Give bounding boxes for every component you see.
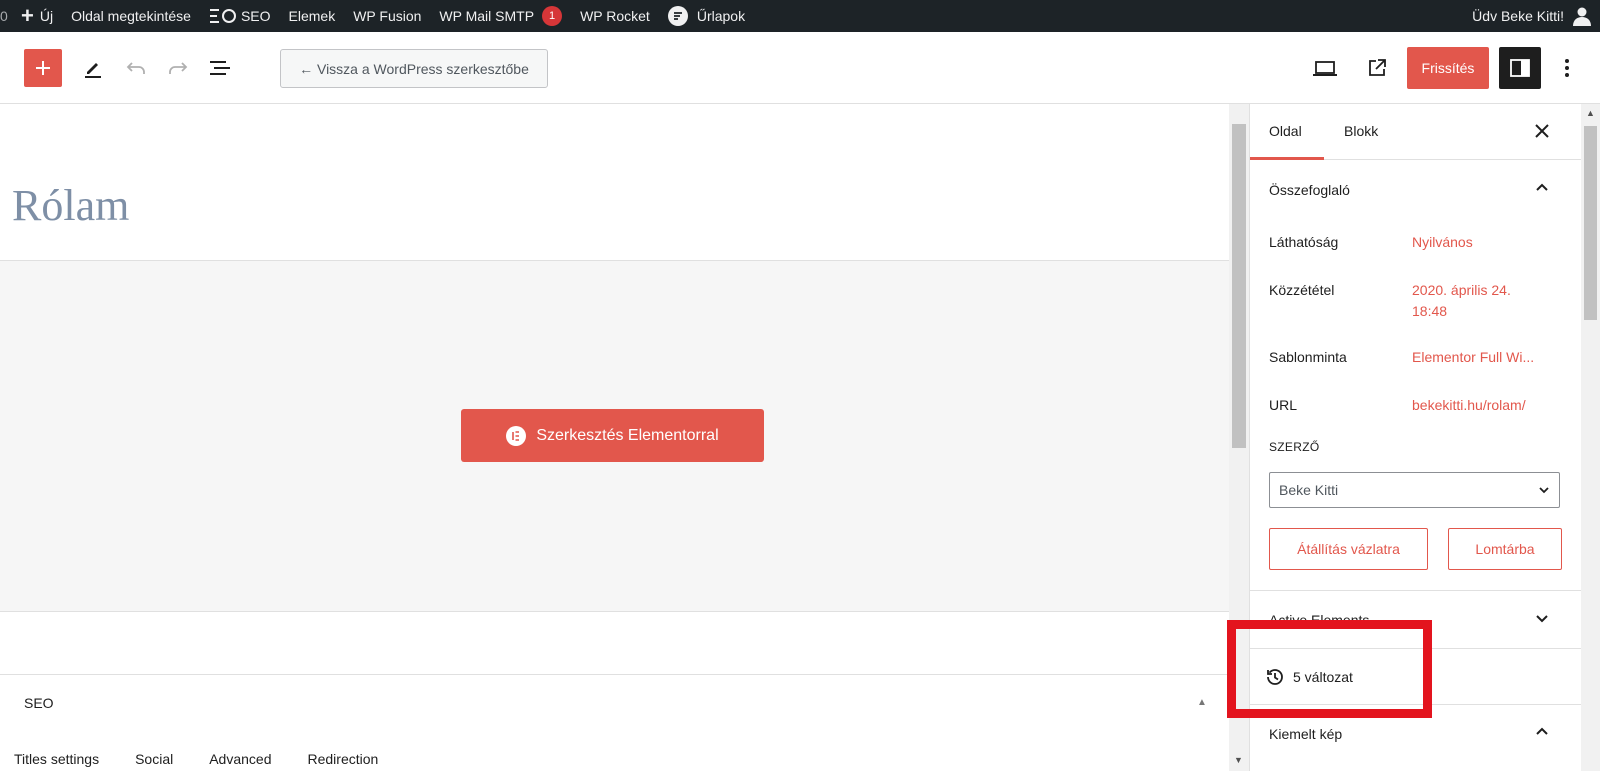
edit-with-elementor-label: Szerkesztés Elementorral — [536, 426, 719, 444]
seo-tab-titles-settings[interactable]: Titles settings — [14, 751, 99, 767]
adminbar-seo[interactable]: SEO — [200, 0, 280, 32]
chevron-down-icon — [1534, 610, 1550, 631]
visibility-label: Láthatóság — [1269, 234, 1339, 250]
page-title[interactable]: Rólam — [12, 180, 129, 231]
adminbar-partial-item[interactable]: 0 — [0, 0, 12, 32]
visibility-value[interactable]: Nyilvános — [1412, 232, 1473, 253]
tab-block[interactable]: Blokk — [1344, 123, 1378, 139]
external-link-icon — [1369, 59, 1386, 76]
adminbar-wp-mail-smtp-label: WP Mail SMTP — [439, 8, 535, 24]
summary-panel-toggle[interactable]: Összefoglaló — [1250, 160, 1581, 218]
author-select[interactable]: Beke Kitti — [1269, 472, 1560, 508]
view-post-button[interactable] — [1363, 54, 1391, 82]
user-icon — [1572, 6, 1592, 26]
close-icon — [1535, 124, 1549, 138]
adminbar-seo-label: SEO — [240, 8, 271, 24]
annotation-highlight-box — [1227, 620, 1432, 718]
undo-button[interactable] — [122, 54, 150, 82]
canvas-scrollbar-thumb[interactable] — [1232, 124, 1246, 448]
add-block-button[interactable] — [24, 49, 62, 87]
seo-metabox-title: SEO — [24, 695, 54, 711]
scroll-up-arrow-icon[interactable]: ▲ — [1586, 108, 1595, 118]
adminbar-forms[interactable]: Űrlapok — [659, 0, 754, 32]
back-to-wordpress-editor-button[interactable]: ← Vissza a WordPress szerkesztőbe — [280, 49, 548, 88]
chevron-up-icon — [1534, 724, 1550, 745]
adminbar-elements[interactable]: Elemek — [280, 0, 345, 32]
adminbar-forms-label: Űrlapok — [696, 8, 746, 24]
vertical-ellipsis-icon — [1565, 59, 1569, 77]
pencil-icon — [85, 63, 101, 78]
edit-tool-button[interactable] — [79, 54, 107, 82]
redo-icon — [169, 62, 188, 74]
list-view-icon — [210, 61, 230, 75]
publish-date-label: Közzététel — [1269, 282, 1335, 298]
adminbar-view-page[interactable]: Oldal megtekintése — [62, 0, 200, 32]
settings-toggle-button[interactable] — [1499, 47, 1541, 89]
more-options-button[interactable] — [1553, 54, 1581, 82]
sidebar-scrollbar-thumb[interactable] — [1584, 126, 1597, 320]
notification-badge: 1 — [542, 6, 563, 26]
forms-icon — [667, 6, 688, 26]
editor-header: ← Vissza a WordPress szerkesztőbe Frissí… — [0, 32, 1600, 104]
undo-icon — [126, 62, 145, 74]
close-sidebar-button[interactable] — [1533, 122, 1551, 145]
summary-panel-title: Összefoglaló — [1269, 182, 1350, 198]
seo-tabs: Titles settings Social Advanced Redirect… — [14, 751, 414, 767]
adminbar-account[interactable]: Üdv Beke Kitti! — [1472, 0, 1600, 32]
template-label: Sablonminta — [1269, 349, 1347, 365]
adminbar-wp-rocket[interactable]: WP Rocket — [571, 0, 659, 32]
publish-date-value[interactable]: 2020. április 24. 18:48 — [1412, 280, 1532, 322]
adminbar-wp-fusion[interactable]: WP Fusion — [344, 0, 430, 32]
plus-icon — [36, 61, 50, 75]
url-label: URL — [1269, 397, 1298, 413]
preview-button[interactable] — [1311, 54, 1339, 82]
admin-bar: 0 + Új Oldal megtekintése SEO Elemek WP … — [0, 0, 1600, 32]
adminbar-new-label: Új — [39, 8, 54, 24]
seo-tab-redirection[interactable]: Redirection — [308, 751, 379, 767]
sidebar-scrollbar[interactable]: ▲ — [1581, 104, 1600, 771]
move-to-trash-button[interactable]: Lomtárba — [1448, 528, 1562, 570]
elementor-icon — [506, 425, 527, 446]
adminbar-wp-mail-smtp[interactable]: WP Mail SMTP 1 — [430, 0, 571, 32]
template-value[interactable]: Elementor Full Wi... — [1412, 347, 1534, 368]
update-button[interactable]: Frissítés — [1407, 47, 1489, 89]
switch-to-draft-button[interactable]: Átállítás vázlatra — [1269, 528, 1428, 570]
seo-tab-social[interactable]: Social — [135, 751, 173, 767]
seo-tab-advanced[interactable]: Advanced — [209, 751, 271, 767]
adminbar-new[interactable]: + Új — [12, 0, 62, 32]
scroll-down-arrow-icon[interactable]: ▼ — [1234, 755, 1243, 765]
sidebar-icon — [1510, 59, 1530, 77]
collapse-icon[interactable]: ▲ — [1197, 697, 1207, 708]
url-value[interactable]: bekekitti.hu/rolam/ — [1412, 395, 1526, 416]
plus-icon: + — [21, 3, 34, 28]
adminbar-greeting: Üdv Beke Kitti! — [1472, 8, 1564, 24]
laptop-icon — [1313, 61, 1337, 76]
seo-metabox: SEO ▲ Titles settings Social Advanced Re… — [0, 674, 1229, 771]
tab-page[interactable]: Oldal — [1269, 123, 1302, 139]
chevron-down-icon — [1537, 483, 1551, 500]
elementor-placeholder: Szerkesztés Elementorral — [0, 260, 1229, 612]
featured-image-panel-title: Kiemelt kép — [1269, 726, 1343, 742]
sidebar-tabs: Oldal Blokk — [1250, 104, 1581, 160]
edit-with-elementor-button[interactable]: Szerkesztés Elementorral — [461, 409, 764, 462]
list-view-button[interactable] — [206, 54, 234, 82]
chevron-up-icon — [1534, 180, 1550, 201]
editor-canvas: Rólam Szerkesztés Elementorral SEO ▲ Tit… — [0, 104, 1229, 771]
redo-button[interactable] — [164, 54, 192, 82]
author-select-value: Beke Kitti — [1279, 482, 1339, 498]
author-label: SZERZŐ — [1269, 440, 1320, 454]
seo-icon — [209, 8, 237, 24]
